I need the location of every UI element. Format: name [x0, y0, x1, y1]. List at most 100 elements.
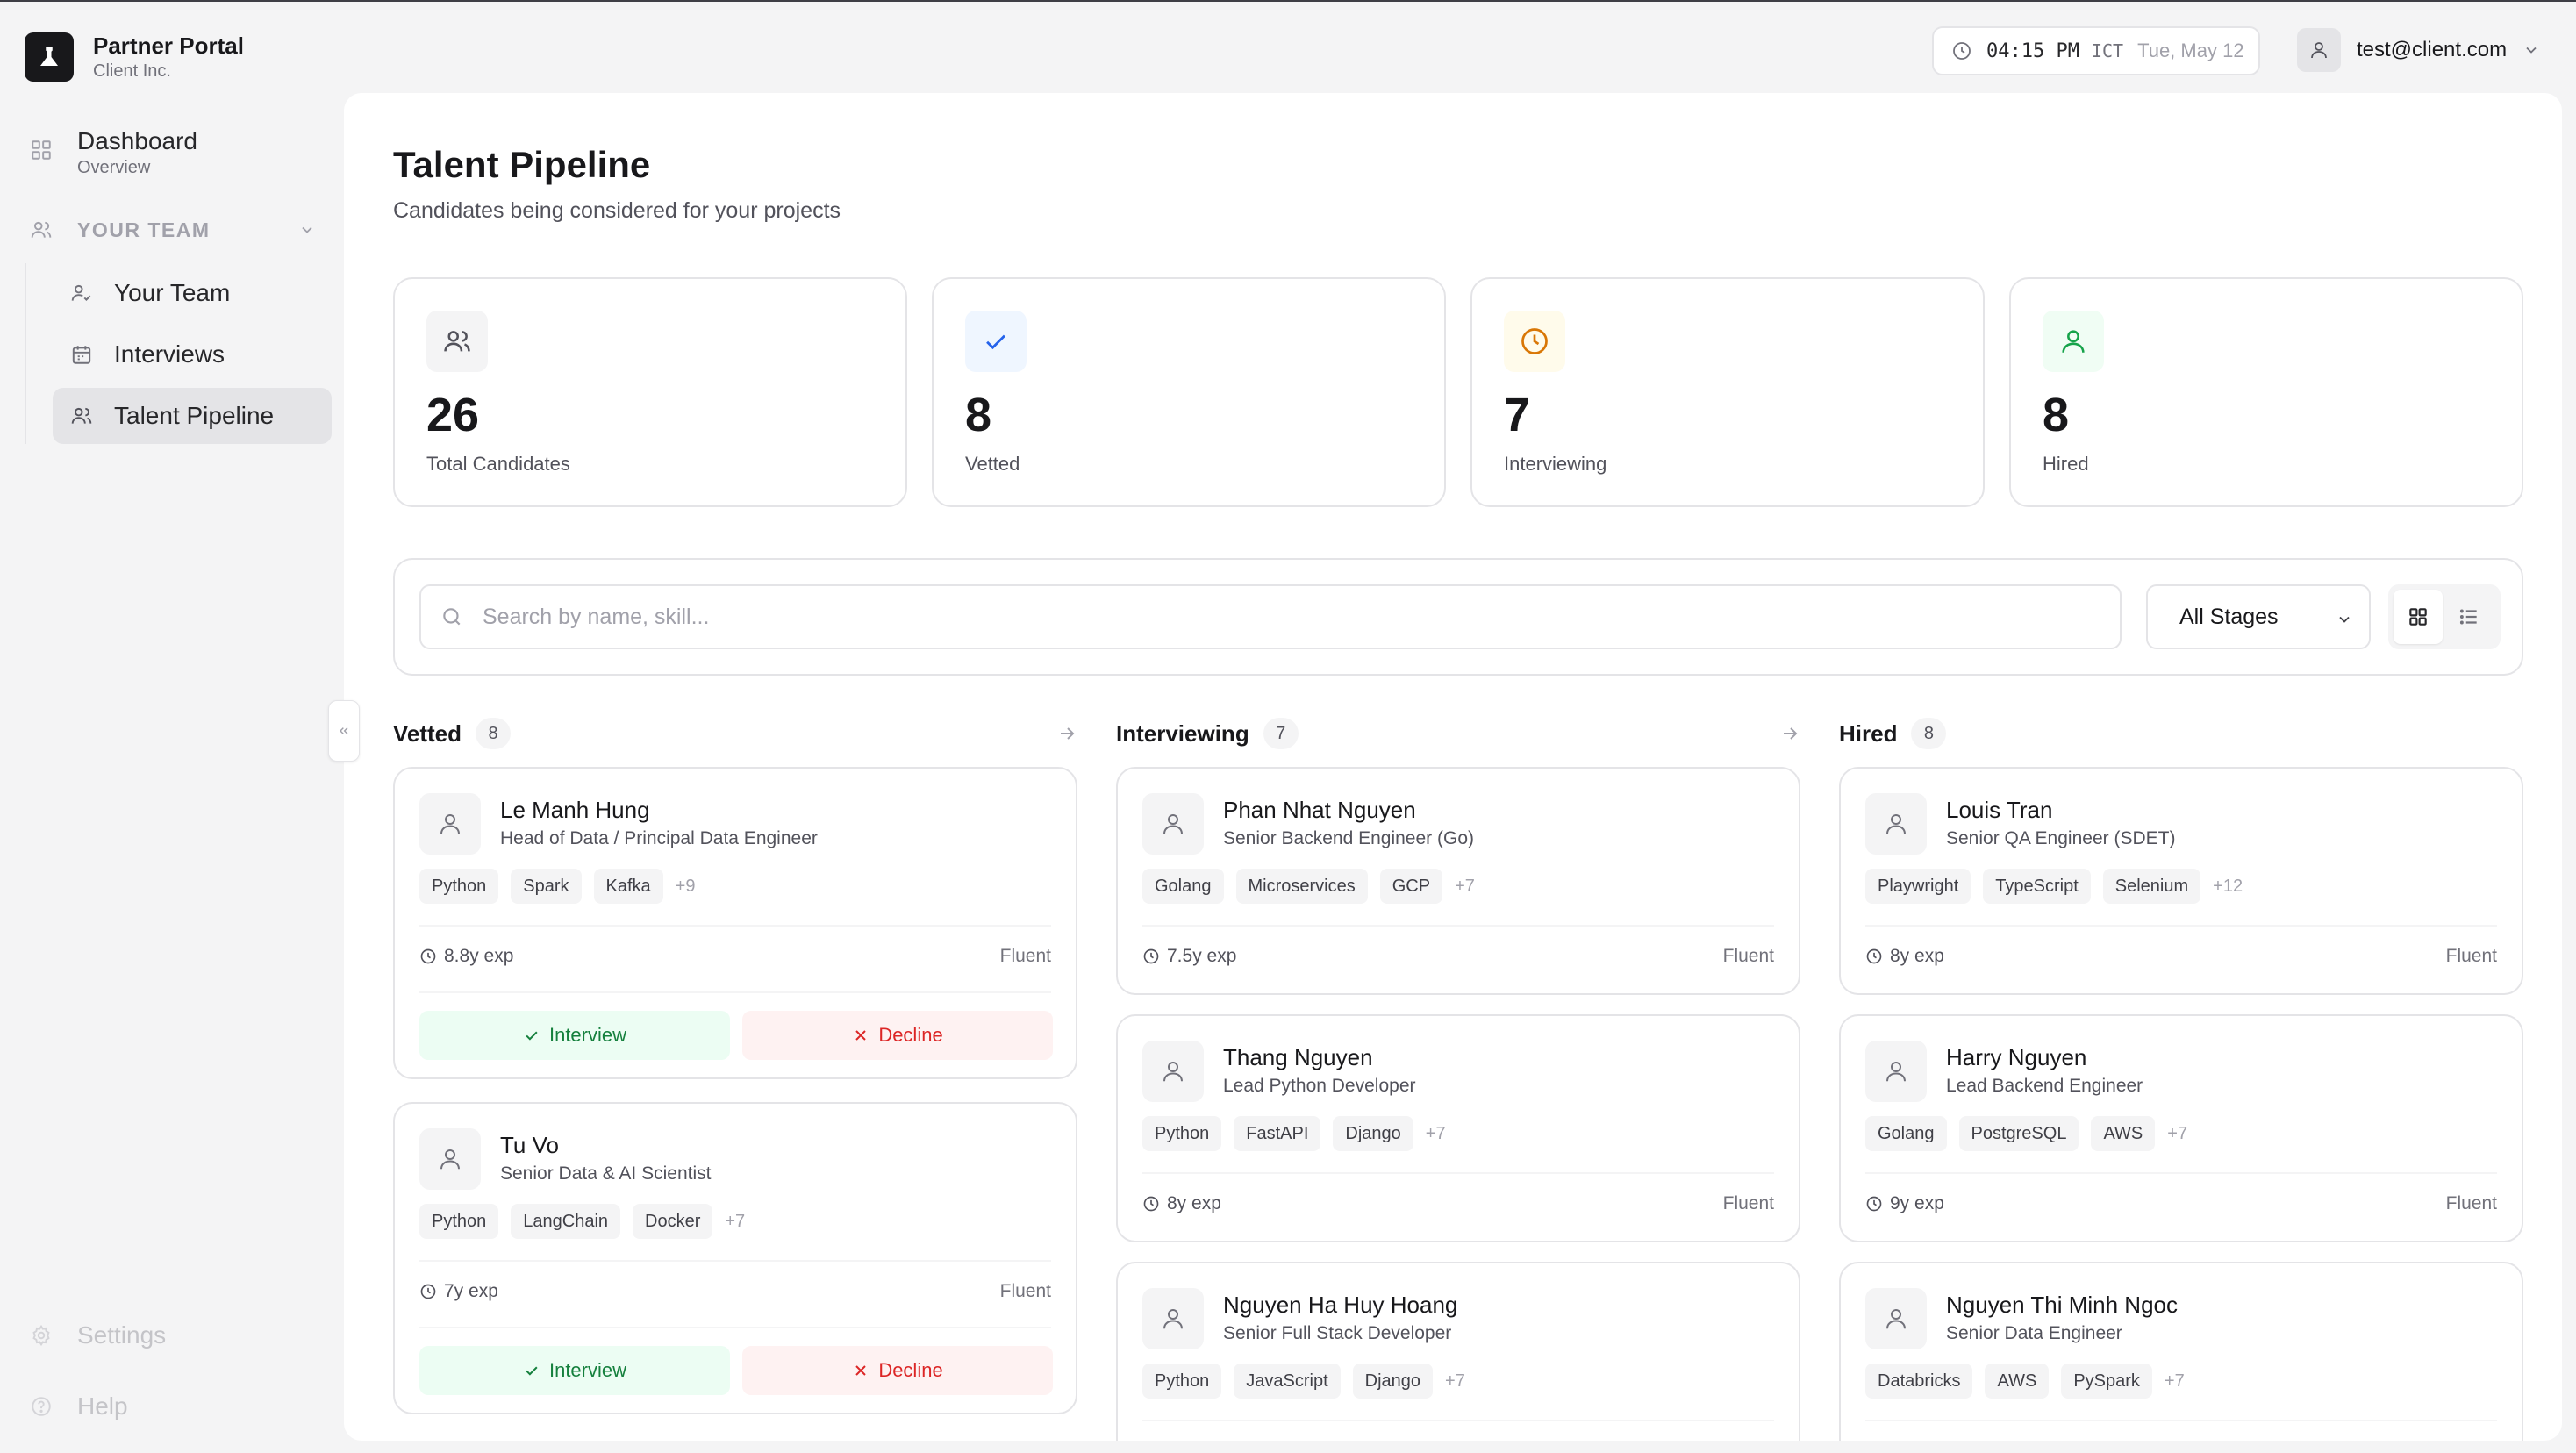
skill-tag: LangChain: [511, 1204, 621, 1239]
chevron-down-icon[interactable]: [298, 221, 316, 239]
candidate-card[interactable]: Nguyen Ha Huy Hoang Senior Full Stack De…: [1116, 1262, 1800, 1441]
experience: 7.5y exp: [1142, 946, 1236, 967]
skill-tag: Python: [419, 1204, 499, 1239]
candidate-name: Tu Vo: [500, 1132, 559, 1158]
skill-tag: GCP: [1379, 869, 1443, 904]
stage-select[interactable]: All Stages: [2146, 584, 2371, 649]
avatar: [2297, 28, 2341, 72]
skill-tag: Playwright: [1865, 869, 1971, 904]
stat-card-interviewing: 7 Interviewing: [1470, 277, 1985, 507]
grid-view-button[interactable]: [2394, 590, 2443, 644]
experience-text: 8y exp: [1890, 946, 1944, 966]
candidate-name: Le Manh Hung: [500, 797, 650, 823]
decline-button-label: Decline: [878, 1359, 943, 1381]
experience: 9y exp: [1865, 1193, 1944, 1214]
candidate-card[interactable]: Thang Nguyen Lead Python Developer Pytho…: [1116, 1014, 1800, 1242]
users-icon: [30, 218, 53, 241]
column-header: Hired 8: [1839, 707, 2523, 760]
decline-button[interactable]: Decline: [742, 1011, 1053, 1060]
clock-timezone: ICT: [2091, 40, 2124, 61]
column-count: 7: [1263, 718, 1299, 749]
candidate-card[interactable]: Le Manh Hung Head of Data / Principal Da…: [393, 767, 1077, 1079]
more-skills-count: +7: [1455, 876, 1475, 896]
card-divider: [419, 925, 1051, 927]
sidebar-item-label: Help: [77, 1392, 128, 1420]
sidebar-item-interviews[interactable]: Interviews: [53, 326, 332, 383]
candidate-role: Senior QA Engineer (SDET): [1946, 828, 2176, 848]
column-vetted: Vetted 8 Le Manh Hung Head of Data / Pri…: [393, 707, 1077, 1441]
list-view-button[interactable]: [2444, 590, 2494, 644]
candidate-name: Harry Nguyen: [1946, 1044, 2087, 1070]
english-level: Fluent: [1722, 1193, 1774, 1213]
sidebar-item-talent-pipeline[interactable]: Talent Pipeline: [53, 388, 332, 444]
decline-button[interactable]: Decline: [742, 1346, 1053, 1395]
skill-tag: Spark: [511, 869, 582, 904]
skill-tag: Python: [419, 869, 499, 904]
decline-button-label: Decline: [878, 1024, 943, 1046]
skill-tag: AWS: [1985, 1364, 2050, 1399]
avatar: [1865, 1041, 1927, 1102]
sidebar-item-dashboard[interactable]: Dashboard Overview: [30, 126, 197, 179]
sidebar-item-label: Talent Pipeline: [114, 402, 275, 429]
column-title: Vetted: [393, 719, 462, 747]
skill-tag: Django: [1333, 1116, 1413, 1151]
candidate-role: Senior Backend Engineer (Go): [1223, 828, 1474, 848]
candidate-card[interactable]: Tu Vo Senior Data & AI Scientist Python …: [393, 1102, 1077, 1414]
column-header: Interviewing 7: [1116, 707, 1800, 760]
interview-button[interactable]: Interview: [419, 1011, 730, 1060]
card-divider: [419, 1260, 1051, 1262]
sidebar-collapse-button[interactable]: [328, 700, 360, 762]
skill-tag: Golang: [1865, 1116, 1947, 1151]
interview-button-label: Interview: [548, 1024, 627, 1046]
more-skills-count: +7: [2167, 1123, 2188, 1143]
search-input[interactable]: Search by name, skill...: [419, 584, 2122, 649]
stat-value: 26: [426, 389, 480, 441]
skill-tag: Kafka: [593, 869, 663, 904]
card-divider: [1865, 1172, 2497, 1174]
list-icon: [2458, 605, 2480, 628]
user-menu[interactable]: test@client.com: [2297, 28, 2540, 72]
english-level: Fluent: [999, 946, 1051, 966]
experience-text: 7y exp: [444, 1281, 498, 1301]
clock-icon: [1142, 948, 1160, 965]
clock-icon: [1865, 1195, 1883, 1213]
sidebar: Partner Portal Client Inc. Dashboard Ove…: [0, 0, 344, 1453]
column-count: 8: [476, 718, 512, 749]
sidebar-item-your-team[interactable]: Your Team: [53, 265, 332, 321]
more-skills-count: +9: [675, 876, 696, 896]
skill-tag: Selenium: [2102, 869, 2201, 904]
skill-tag: AWS: [2091, 1116, 2156, 1151]
candidate-card[interactable]: Nguyen Thi Minh Ngoc Senior Data Enginee…: [1839, 1262, 2523, 1441]
skill-tags: Python LangChain Docker +7: [419, 1204, 745, 1239]
brand[interactable]: Partner Portal Client Inc.: [25, 32, 244, 82]
logo-icon: [25, 32, 74, 82]
experience-text: 8.8y exp: [444, 946, 514, 966]
more-skills-count: +7: [725, 1211, 746, 1231]
sidebar-item-settings[interactable]: Settings: [30, 1321, 166, 1349]
candidate-card[interactable]: Louis Tran Senior QA Engineer (SDET) Pla…: [1839, 767, 2523, 995]
candidate-name: Thang Nguyen: [1223, 1044, 1373, 1070]
stage-select-value: All Stages: [2179, 604, 2279, 629]
experience-text: 7.5y exp: [1167, 946, 1237, 966]
sidebar-subnav: Your Team Interviews Talent Pipeline: [25, 263, 332, 444]
arrow-right-icon[interactable]: [1779, 723, 1800, 744]
more-skills-count: +7: [2164, 1371, 2185, 1391]
column-interviewing: Interviewing 7 Phan Nhat Nguyen Senior B…: [1116, 707, 1800, 1441]
candidate-card[interactable]: Phan Nhat Nguyen Senior Backend Engineer…: [1116, 767, 1800, 995]
sidebar-item-help[interactable]: Help: [30, 1392, 128, 1421]
sidebar-item-label: Settings: [77, 1321, 167, 1349]
chevrons-left-icon: [337, 724, 351, 738]
sidebar-group-your-team[interactable]: YOUR TEAM: [30, 214, 316, 246]
candidate-name: Nguyen Ha Huy Hoang: [1223, 1292, 1458, 1318]
skill-tags: Golang PostgreSQL AWS +7: [1865, 1116, 2187, 1151]
candidate-role: Senior Data & AI Scientist: [500, 1163, 712, 1184]
candidate-card[interactable]: Harry Nguyen Lead Backend Engineer Golan…: [1839, 1014, 2523, 1242]
stat-value: 8: [2043, 389, 2070, 441]
experience: 7y exp: [419, 1281, 498, 1302]
avatar: [1142, 1041, 1204, 1102]
interview-button[interactable]: Interview: [419, 1346, 730, 1395]
main-panel: Talent Pipeline Candidates being conside…: [344, 93, 2562, 1441]
arrow-right-icon[interactable]: [1056, 723, 1077, 744]
clock-icon: [1951, 40, 1972, 61]
sidebar-item-label: Your Team: [114, 279, 231, 306]
